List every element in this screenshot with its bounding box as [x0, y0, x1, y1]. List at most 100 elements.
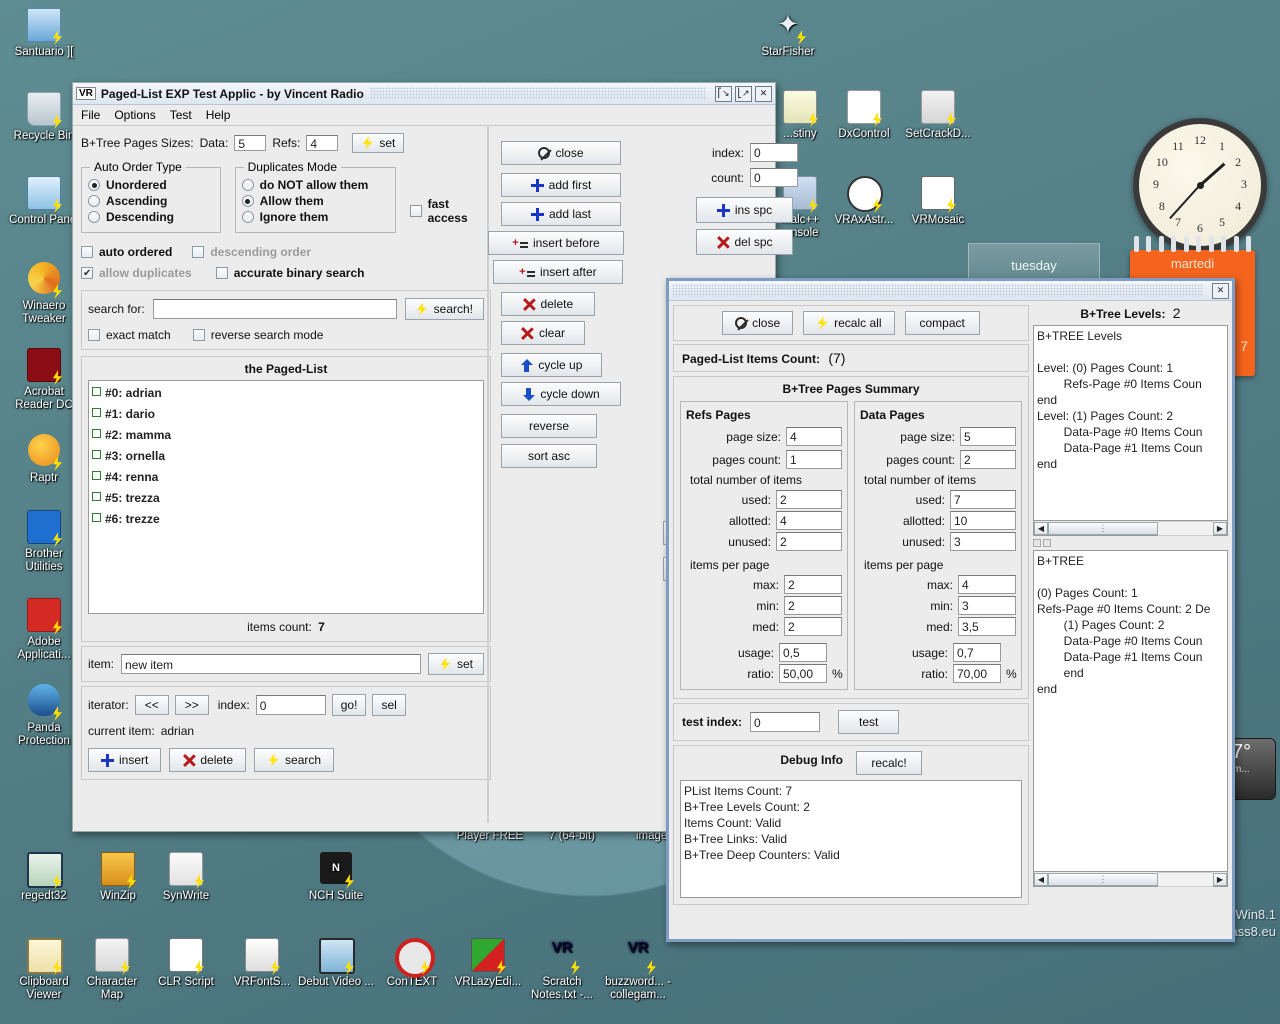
- w2-close-button[interactable]: close: [722, 311, 793, 335]
- scroll-right-icon[interactable]: ▶: [1213, 873, 1227, 886]
- data-ratio-field[interactable]: 70,00: [953, 664, 1001, 683]
- refs-used-field[interactable]: 2: [776, 490, 842, 509]
- menu-test[interactable]: Test: [170, 108, 192, 122]
- window2-titlebar[interactable]: ✕: [669, 281, 1232, 301]
- window-btree-summary[interactable]: ✕ close recalc all compact Paged-List It…: [666, 278, 1235, 942]
- data-unused-field[interactable]: 3: [950, 532, 1016, 551]
- side-splitter[interactable]: [1033, 539, 1228, 547]
- refs-unused-field[interactable]: 2: [776, 532, 842, 551]
- scroll-thumb[interactable]: ⋮: [1048, 873, 1158, 886]
- accurate-binary-search-box[interactable]: [216, 267, 228, 279]
- exact-match-checkbox[interactable]: exact match: [88, 328, 171, 342]
- btree-levels-text[interactable]: B+TREE Levels Level: (0) Pages Count: 1 …: [1033, 325, 1228, 521]
- window2-close-button[interactable]: ✕: [1212, 283, 1229, 299]
- search-button[interactable]: search!: [405, 298, 484, 320]
- delete-button[interactable]: delete: [169, 748, 246, 772]
- desktop-icon-winzip-icon[interactable]: WinZip: [80, 852, 156, 903]
- desktop-icon-panda-icon[interactable]: Panda Protection: [6, 684, 82, 747]
- desktop-icon-setcrack-icon[interactable]: SetCrackD...: [900, 90, 976, 141]
- iterator-sel-button[interactable]: sel: [372, 694, 405, 716]
- compact-button[interactable]: compact: [905, 311, 980, 335]
- radio-allow-duplicates[interactable]: Allow them: [242, 194, 389, 208]
- desktop-icon-vr-icon[interactable]: VRScratch Notes.txt -...: [524, 938, 600, 1001]
- scroll-track[interactable]: [1158, 872, 1213, 887]
- desktop-icon-recycle-bin-icon[interactable]: Recycle Bin: [6, 92, 82, 143]
- list-item[interactable]: #3: ornella: [89, 446, 483, 467]
- iterator-next-button[interactable]: >>: [175, 695, 209, 715]
- test-index-field[interactable]: 0: [750, 712, 820, 732]
- scroll-track[interactable]: [1158, 521, 1213, 536]
- insert-button[interactable]: insert: [88, 748, 161, 772]
- desktop-icon-clipboard-icon[interactable]: Clipboard Viewer: [6, 938, 82, 1001]
- fast-access-checkbox[interactable]: fast access: [410, 197, 491, 225]
- reverse-search-box[interactable]: [193, 329, 205, 341]
- desktop-icon-clr-icon[interactable]: CLR Script: [148, 938, 224, 989]
- list-item[interactable]: #5: trezza: [89, 488, 483, 509]
- data-min-field[interactable]: 3: [958, 596, 1016, 615]
- reverse-search-checkbox[interactable]: reverse search mode: [193, 328, 324, 342]
- desktop-icon-charmap-icon[interactable]: Character Map: [74, 938, 150, 1001]
- list-item[interactable]: #4: renna: [89, 467, 483, 488]
- refs-min-field[interactable]: 2: [784, 596, 842, 615]
- search-item-button[interactable]: search: [254, 748, 334, 772]
- radio-no-duplicates-button[interactable]: [242, 179, 254, 191]
- data-max-field[interactable]: 4: [958, 575, 1016, 594]
- desktop-icon-starfisher-icon[interactable]: ✦StarFisher: [750, 8, 826, 59]
- desktop-icon-acrobat-icon[interactable]: Acrobat Reader DC: [6, 348, 82, 411]
- desktop-icon-dxcontrol-icon[interactable]: DxControl: [826, 90, 902, 141]
- btree-levels-scrollbar[interactable]: ◀ ⋮ ▶: [1033, 521, 1228, 536]
- exact-match-box[interactable]: [88, 329, 100, 341]
- desktop-icon-raptr-icon[interactable]: Raptr: [6, 434, 82, 485]
- refs-ratio-field[interactable]: 50,00: [779, 664, 827, 683]
- desktop-icon-vrmosaic-icon[interactable]: VRMosaic: [900, 176, 976, 227]
- recalc-all-button[interactable]: recalc all: [803, 311, 894, 335]
- data-med-field[interactable]: 3,5: [958, 617, 1016, 636]
- window1-titlebar[interactable]: VR Paged-List EXP Test Applic - by Vince…: [73, 83, 775, 105]
- radio-descending-button[interactable]: [88, 211, 100, 223]
- minimize-button[interactable]: ⎡↘: [715, 86, 732, 102]
- iterator-go-button[interactable]: go!: [332, 694, 367, 716]
- refs-usage-field[interactable]: 0,5: [779, 643, 827, 662]
- list-item[interactable]: #0: adrian: [89, 383, 483, 404]
- search-input[interactable]: [153, 299, 397, 319]
- set-item-button[interactable]: set: [428, 653, 484, 675]
- list-item[interactable]: #2: mamma: [89, 425, 483, 446]
- menu-file[interactable]: File: [81, 108, 100, 122]
- op-clear-button[interactable]: clear: [501, 321, 585, 345]
- iterator-index-field[interactable]: 0: [256, 695, 326, 715]
- scroll-right-icon[interactable]: ▶: [1213, 522, 1227, 535]
- del-spc-button[interactable]: del spc: [696, 229, 793, 255]
- radio-unordered[interactable]: Unordered: [88, 178, 214, 192]
- maximize-button[interactable]: ⎣↗: [735, 86, 752, 102]
- radio-descending[interactable]: Descending: [88, 210, 214, 224]
- op-close-button[interactable]: close: [501, 141, 621, 165]
- desktop-icon-brother-icon[interactable]: Brother Utilities: [6, 510, 82, 573]
- desktop-icon-adobe-icon[interactable]: Adobe Applicati...: [6, 598, 82, 661]
- radio-unordered-button[interactable]: [88, 179, 100, 191]
- scroll-thumb[interactable]: ⋮: [1048, 522, 1158, 535]
- refs-size-field[interactable]: 4: [306, 135, 338, 151]
- desktop-icon-context-icon[interactable]: ConTEXT: [374, 938, 450, 989]
- desktop-icon-regedit-icon[interactable]: regedt32: [6, 852, 82, 903]
- accurate-binary-search-checkbox[interactable]: accurate binary search: [216, 266, 365, 280]
- radio-ascending[interactable]: Ascending: [88, 194, 214, 208]
- op-delete-button[interactable]: delete: [501, 292, 595, 316]
- radio-ignore-duplicates[interactable]: Ignore them: [242, 210, 389, 224]
- debug-output-area[interactable]: PList Items Count: 7B+Tree Levels Count:…: [680, 780, 1022, 898]
- item-input[interactable]: new item: [121, 654, 421, 674]
- close-button[interactable]: ✕: [755, 86, 772, 102]
- data-used-field[interactable]: 7: [950, 490, 1016, 509]
- op-cycle-up-button[interactable]: cycle up: [501, 353, 602, 377]
- fast-access-box[interactable]: [410, 205, 422, 217]
- debug-recalc-button[interactable]: recalc!: [856, 751, 921, 775]
- set-sizes-button[interactable]: set: [352, 133, 404, 153]
- op-insert-before-button[interactable]: + insert before: [488, 231, 624, 255]
- op-add-first-button[interactable]: add first: [501, 173, 621, 197]
- scroll-left-icon[interactable]: ◀: [1034, 873, 1048, 886]
- desktop-icon-synwrite-icon[interactable]: SynWrite: [148, 852, 224, 903]
- op-reverse-button[interactable]: reverse: [501, 414, 597, 438]
- op-cycle-down-button[interactable]: cycle down: [501, 382, 621, 406]
- radio-ignore-duplicates-button[interactable]: [242, 211, 254, 223]
- data-allotted-field[interactable]: 10: [950, 511, 1016, 530]
- iterator-prev-button[interactable]: <<: [135, 695, 169, 715]
